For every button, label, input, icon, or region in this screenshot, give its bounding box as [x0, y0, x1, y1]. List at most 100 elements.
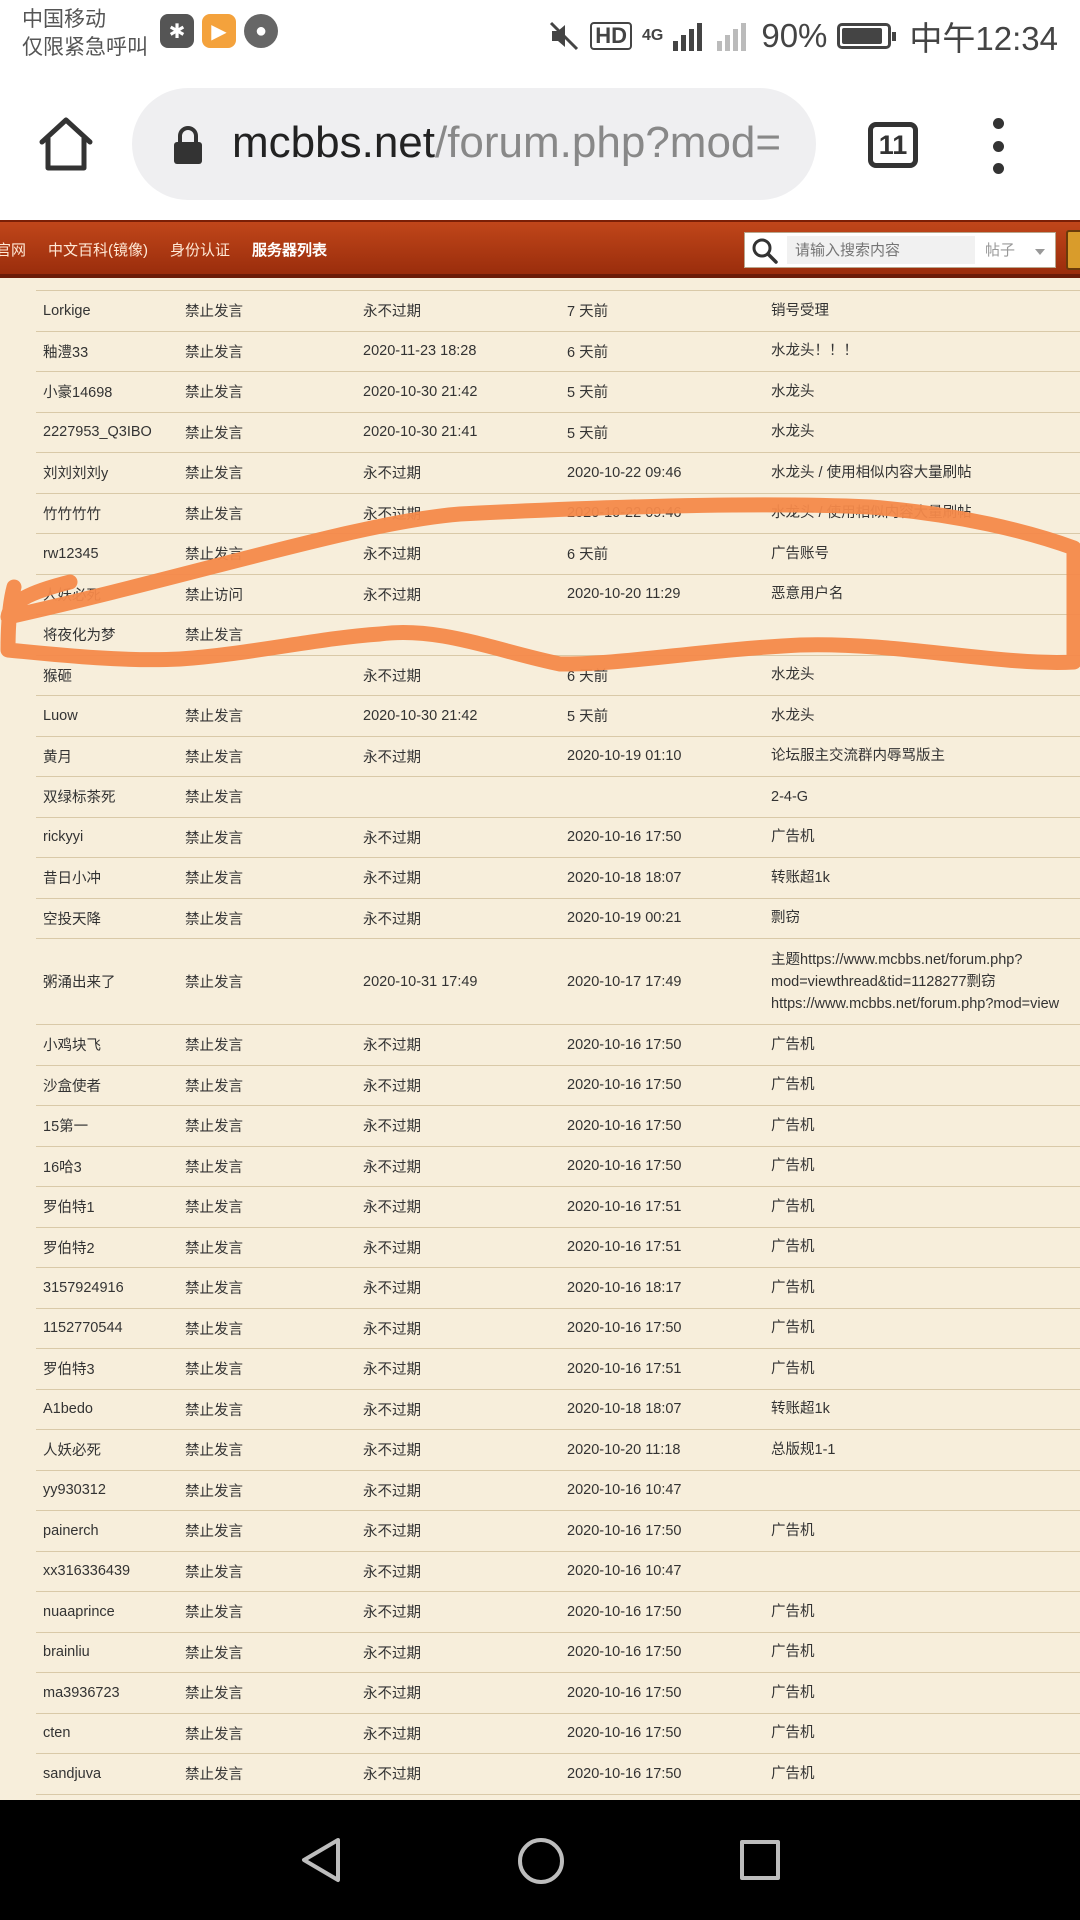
cell-expires: 永不过期	[363, 1078, 421, 1095]
search-type-select[interactable]: 帖子	[985, 237, 1015, 265]
cell-expires: 永不过期	[363, 911, 421, 928]
table-row: 刘刘刘刘y 禁止发言 永不过期 2020-10-22 09:46 水龙头 / 使用相似内…	[36, 453, 1080, 494]
cell-action: 禁止发言	[185, 385, 243, 402]
back-icon[interactable]	[298, 1836, 344, 1884]
recents-icon[interactable]	[740, 1840, 780, 1880]
star-icon: ✱	[160, 14, 194, 48]
cell-user[interactable]: 将夜化为梦	[43, 615, 116, 655]
cell-expires: 永不过期	[363, 466, 421, 483]
cell-user[interactable]: 人妖必死	[43, 575, 101, 615]
cell-expires: 永不过期	[363, 1240, 421, 1257]
cell-user[interactable]: 1152770544	[43, 1309, 123, 1349]
cell-time: 5 天前	[567, 709, 609, 726]
cell-expires: 永不过期	[363, 1159, 421, 1176]
cell-user[interactable]: Lorkige	[43, 291, 91, 331]
cell-reason: 剽窃	[771, 910, 800, 927]
cell-user[interactable]: 人妖必死	[43, 1430, 101, 1470]
lock-icon	[174, 126, 202, 164]
cell-time: 6 天前	[567, 668, 609, 685]
cell-expires: 永不过期	[363, 1362, 421, 1379]
cell-user[interactable]: 双绿标茶死	[43, 777, 116, 817]
cell-user[interactable]: 3157924916	[43, 1268, 124, 1308]
cell-expires: 永不过期	[363, 587, 421, 604]
cell-user[interactable]: xx316336439	[43, 1552, 130, 1592]
cell-action: 禁止访问	[185, 587, 243, 604]
cell-user[interactable]: 釉澧33	[43, 332, 88, 372]
cell-user[interactable]: sandjuva	[43, 1754, 101, 1794]
cell-user[interactable]: ma3936723	[43, 1673, 120, 1713]
cell-user[interactable]: 粥涌出来了	[43, 939, 116, 1024]
cell-user[interactable]: 黄月	[43, 737, 72, 777]
cell-user[interactable]: painerch	[43, 1511, 99, 1551]
table-row: 罗伯特3 禁止发言 永不过期 2020-10-16 17:51 广告机	[36, 1349, 1080, 1390]
cell-user[interactable]: nuaaprince	[43, 1592, 115, 1632]
cell-action: 禁止发言	[185, 304, 243, 321]
carrier-status: 仅限紧急呼叫	[22, 36, 148, 59]
cell-user[interactable]: 罗伯特1	[43, 1187, 95, 1227]
cell-user[interactable]: A1bedo	[43, 1390, 93, 1430]
cell-user[interactable]: brainliu	[43, 1633, 90, 1673]
cell-reason: 广告机	[771, 1077, 815, 1094]
cell-user[interactable]: 竹竹竹竹	[43, 494, 101, 534]
cell-user[interactable]: 猴砸	[43, 656, 72, 696]
cell-user[interactable]: Luow	[43, 696, 78, 736]
cell-time: 2020-10-16 17:50	[567, 1036, 682, 1053]
avatar[interactable]	[1066, 230, 1080, 270]
cell-action: 禁止发言	[185, 1645, 243, 1662]
table-row: 双绿标茶死 禁止发言 2-4-G	[36, 777, 1080, 818]
cell-reason: 恶意用户名	[771, 586, 844, 603]
cell-time: 2020-10-16 17:50	[567, 1603, 682, 1620]
address-bar[interactable]: mcbbs.net/forum.php?mod=	[132, 88, 816, 200]
carrier-text: 中国移动 仅限紧急呼叫	[22, 6, 148, 62]
cell-user[interactable]: 空投天降	[43, 899, 101, 939]
cell-time: 2020-10-16 17:50	[567, 1117, 682, 1134]
table-row: 人妖必死 禁止发言 永不过期 2020-10-20 11:18 总版规1-1	[36, 1430, 1080, 1471]
cell-user[interactable]: 15第一	[43, 1106, 88, 1146]
cell-user[interactable]: 16哈3	[43, 1147, 82, 1187]
cell-user[interactable]: rw12345	[43, 534, 99, 574]
cell-reason: 主题https://www.mcbbs.net/forum.php? mod=v…	[771, 951, 1060, 1012]
table-row: painerch 禁止发言 永不过期 2020-10-16 17:50 广告机	[36, 1511, 1080, 1552]
url-text[interactable]: mcbbs.net/forum.php?mod=	[232, 114, 802, 172]
more-menu-icon[interactable]	[986, 118, 1010, 174]
cell-time: 2020-10-16 17:50	[567, 1725, 682, 1742]
play-icon: ▶	[202, 14, 236, 48]
cell-time: 2020-10-16 10:47	[567, 1482, 682, 1499]
nav-link-identity[interactable]: 身份认证	[170, 239, 230, 260]
cell-user[interactable]: 沙盒使者	[43, 1066, 101, 1106]
cell-time: 2020-10-16 17:50	[567, 1644, 682, 1661]
chevron-down-icon[interactable]	[1035, 249, 1045, 255]
table-row: Luow 禁止发言 2020-10-30 21:42 5 天前 水龙头	[36, 696, 1080, 737]
cell-user[interactable]: 刘刘刘刘y	[43, 453, 108, 493]
cell-action: 禁止发言	[185, 975, 243, 991]
cell-reason: 广告机	[771, 1765, 815, 1782]
cell-user[interactable]: 罗伯特2	[43, 1228, 95, 1268]
table-row: 小豪14698 禁止发言 2020-10-30 21:42 5 天前 水龙头	[36, 372, 1080, 413]
home-circle-icon[interactable]	[518, 1838, 564, 1884]
cell-user[interactable]: yy930312	[43, 1471, 106, 1511]
nav-link-official[interactable]: 官网	[0, 239, 26, 260]
search-icon[interactable]	[751, 237, 779, 265]
search-input[interactable]	[787, 236, 975, 264]
table-row: 2227953_Q3IBO 禁止发言 2020-10-30 21:41 5 天前 水龙头	[36, 413, 1080, 453]
table-row: cten 禁止发言 永不过期 2020-10-16 17:50 广告机	[36, 1714, 1080, 1754]
cell-user[interactable]: 小豪14698	[43, 372, 112, 412]
cell-expires: 永不过期	[363, 1564, 421, 1581]
cell-user[interactable]: 2227953_Q3IBO	[43, 413, 152, 453]
cell-reason: 水龙头	[771, 707, 815, 724]
table-row: 罗伯特2 禁止发言 永不过期 2020-10-16 17:51 广告机	[36, 1228, 1080, 1268]
nav-link-wiki-mirror[interactable]: 中文百科(镜像)	[48, 239, 148, 260]
cell-user[interactable]: 罗伯特3	[43, 1349, 95, 1389]
cell-expires: 永不过期	[363, 1605, 421, 1622]
cell-reason: 广告机	[771, 1360, 815, 1377]
cell-user[interactable]: 昔日小冲	[43, 858, 101, 898]
home-icon[interactable]	[36, 114, 96, 174]
cell-user[interactable]: rickyyi	[43, 818, 83, 858]
cell-user[interactable]: cten	[43, 1714, 70, 1754]
cell-expires: 永不过期	[363, 749, 421, 766]
table-row: 釉澧33 禁止发言 2020-11-23 18:28 6 天前 水龙头！！！	[36, 332, 1080, 372]
nav-link-server-list[interactable]: 服务器列表	[252, 239, 327, 260]
cell-user[interactable]: 小鸡块飞	[43, 1025, 101, 1065]
tab-switcher-button[interactable]: 11	[868, 122, 918, 168]
ban-list-content: Lorkige 禁止发言 永不过期 7 天前 销号受理 釉澧33 禁止发言 2020-11-2…	[0, 282, 1080, 1800]
